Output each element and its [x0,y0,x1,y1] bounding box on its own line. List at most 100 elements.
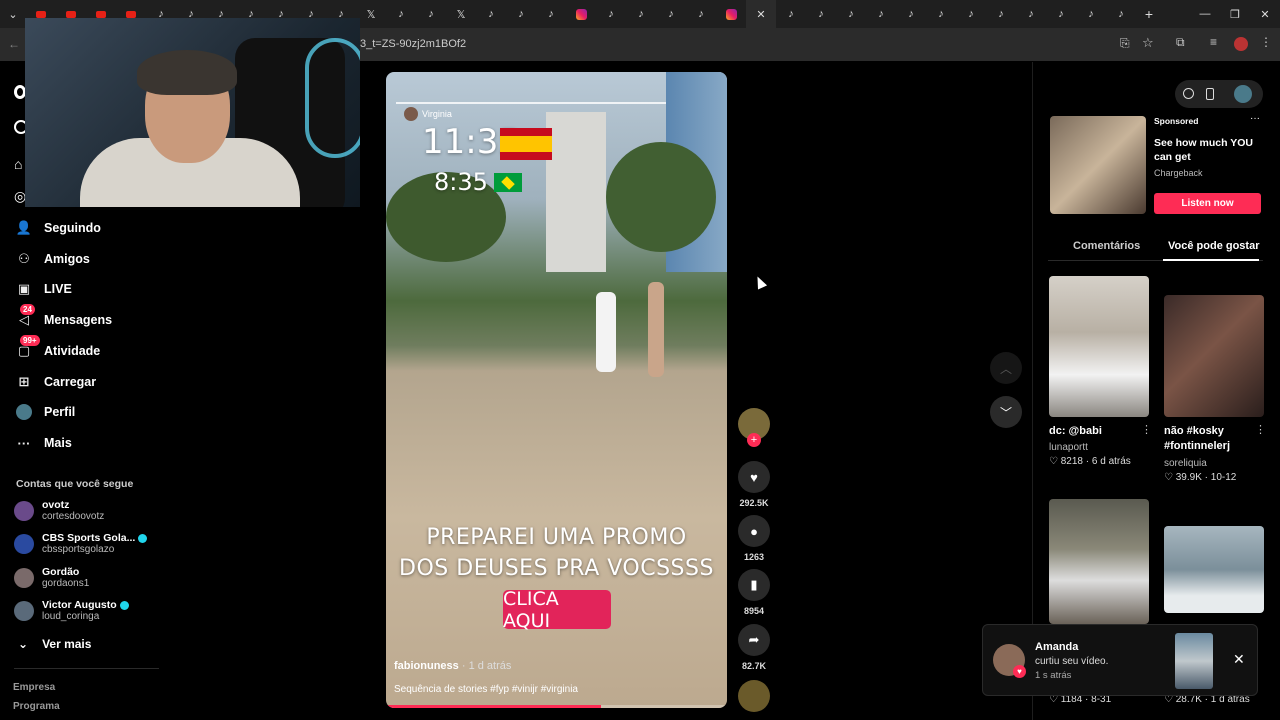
home-icon[interactable]: ⌂ [14,156,22,172]
followed-account[interactable]: ovotz cortesdoovotz [14,499,104,522]
notification-close-icon[interactable]: ✕ [1233,651,1245,668]
verified-icon [138,533,148,543]
url-text[interactable]: 3_t=ZS-90zj2m1BOf2 [360,38,466,50]
reading-list-icon[interactable]: ≡ [1210,35,1217,49]
browser-tab-tt-35[interactable]: ♪ [1076,0,1106,28]
profile-icon [16,404,32,420]
card-user-2[interactable]: soreliquia [1164,458,1207,469]
cast-icon[interactable]: ⎘ [1120,36,1130,51]
browser-tab-tt-30[interactable]: ♪ [926,0,956,28]
card-more-icon-2[interactable]: ⋮ [1255,423,1266,436]
user-avatar[interactable] [1234,85,1252,103]
sidebar-item-live[interactable]: ▣ LIVE [16,281,72,297]
browser-tab-tt-29[interactable]: ♪ [896,0,926,28]
sidebar-item-profile[interactable]: Perfil [16,404,75,420]
share-button[interactable]: ➦ [738,624,770,656]
previous-video-button[interactable]: ︿ [990,352,1022,384]
phone-icon[interactable] [1206,88,1214,100]
card-thumbnail-1[interactable] [1049,276,1149,417]
video-caption[interactable]: Sequência de stories #fyp #vinijr #virgi… [394,684,578,695]
account-avatar [14,567,34,588]
sidebar-item-following[interactable]: 👤 Seguindo [16,220,101,236]
close-tab-icon[interactable]: ✕ [746,0,776,28]
extensions-icon[interactable]: ⧉ [1176,35,1185,50]
sidebar-item-upload[interactable]: ⊞ Carregar [16,374,97,390]
browser-tab-ig-23[interactable] [716,0,746,28]
playback-progress-track[interactable] [386,705,727,708]
account-avatar [14,600,34,621]
ad-thumbnail[interactable] [1050,116,1146,214]
card-thumbnail-3[interactable] [1049,499,1149,624]
browser-tab-tt-26[interactable]: ♪ [806,0,836,28]
next-video-button[interactable]: ﹀ [990,396,1022,428]
tab-search-icon[interactable]: ⌄ [0,0,26,28]
card-thumbnail-4[interactable] [1164,526,1264,613]
close-window-button[interactable]: ✕ [1250,0,1280,28]
ad-sponsored-label: Sponsored [1154,116,1199,126]
ad-more-icon[interactable]: ··· [1250,113,1260,124]
video-player[interactable]: Virginia 11:35 8:35 PREPAREI UMA PROMO D… [386,72,727,708]
browser-tab-tt-20[interactable]: ♪ [626,0,656,28]
new-tab-button[interactable]: + [1136,0,1162,28]
browser-menu-icon[interactable]: ⋮ [1260,35,1272,49]
like-button[interactable]: ♥ [738,461,770,493]
follow-plus-icon[interactable]: + [747,433,761,447]
sidebar-item-messages[interactable]: ◁ 24 Mensagens [16,304,112,328]
browser-profile-avatar[interactable] [1234,37,1248,51]
browser-tab-tt-15[interactable]: ♪ [476,0,506,28]
sidebar-item-activity[interactable]: ▢ 99+ Atividade [16,335,100,359]
notification-toast[interactable]: ♥ Amanda curtiu seu vídeo. 1 s atrás ✕ [982,624,1258,696]
notification-badge: 24 [20,304,35,315]
restore-button[interactable]: ❐ [1220,0,1250,28]
sidebar-item-friends[interactable]: ⚇ Amigos [16,251,90,267]
card-thumbnail-2[interactable] [1164,295,1264,417]
account-handle: gordaons1 [42,578,90,589]
browser-tab-tt-27[interactable]: ♪ [836,0,866,28]
sidebar-item-more[interactable]: ··· Mais [16,435,72,451]
minimize-button[interactable]: — [1190,0,1220,28]
cta-button[interactable]: CLICA AQUI [503,588,611,632]
card-title-2[interactable]: não #kosky #fontinnelerj [1164,424,1254,454]
sidebar-item-label: Mais [44,436,72,450]
youtube-icon [126,10,136,18]
browser-tab-x-icon-14[interactable]: 𝕏 [446,0,476,28]
author-name[interactable]: fabionuness [394,660,459,672]
compass-icon[interactable] [1183,88,1194,99]
tab-comments[interactable]: Comentários [1073,240,1140,252]
card-more-icon-1[interactable]: ⋮ [1141,423,1152,436]
card-user-1[interactable]: lunaportt [1049,442,1088,453]
followed-account[interactable]: Victor Augusto loud_coringa [14,599,129,622]
save-button[interactable]: ▮ [738,569,770,601]
footer-link-program[interactable]: Programa [13,701,60,712]
ad-cta-button[interactable]: Listen now [1154,193,1261,214]
browser-tab-tt-31[interactable]: ♪ [956,0,986,28]
browser-tab-tt-25[interactable]: ♪ [776,0,806,28]
browser-tab-tt-16[interactable]: ♪ [506,0,536,28]
browser-tab-tt-34[interactable]: ♪ [1046,0,1076,28]
footer-link-company[interactable]: Empresa [13,682,55,693]
browser-tab-tt-36[interactable]: ♪ [1106,0,1136,28]
browser-tab-ig-18[interactable] [566,0,596,28]
browser-tab-tt-13[interactable]: ♪ [416,0,446,28]
bookmark-star-icon[interactable]: ☆ [1142,35,1154,51]
browser-tab-tt-21[interactable]: ♪ [656,0,686,28]
tab-you-may-like[interactable]: Você pode gostar [1168,240,1259,252]
ad-title[interactable]: See how much YOU can get [1154,136,1264,164]
browser-tab-tt-28[interactable]: ♪ [866,0,896,28]
comment-button[interactable]: ● [738,515,770,547]
back-icon[interactable]: ← [8,37,20,51]
browser-tab-x-icon-11[interactable]: 𝕏 [356,0,386,28]
followed-account[interactable]: Gordão gordaons1 [14,566,89,589]
browser-tab-tt-12[interactable]: ♪ [386,0,416,28]
browser-tab-tt-17[interactable]: ♪ [536,0,566,28]
see-more-button[interactable]: ⌄ Ver mais [18,637,91,651]
video-author[interactable]: fabionuness · 1 d atrás [394,660,511,672]
browser-tab-tt-32[interactable]: ♪ [986,0,1016,28]
followed-account[interactable]: CBS Sports Gola... cbssportsgolazo [14,532,148,555]
ad-cta-label: Listen now [1181,198,1234,209]
browser-tab-tt-22[interactable]: ♪ [686,0,716,28]
browser-tab-tt-19[interactable]: ♪ [596,0,626,28]
sound-disc-icon[interactable] [738,680,770,712]
card-title-1[interactable]: dc: @babi [1049,424,1139,439]
browser-tab-tt-33[interactable]: ♪ [1016,0,1046,28]
